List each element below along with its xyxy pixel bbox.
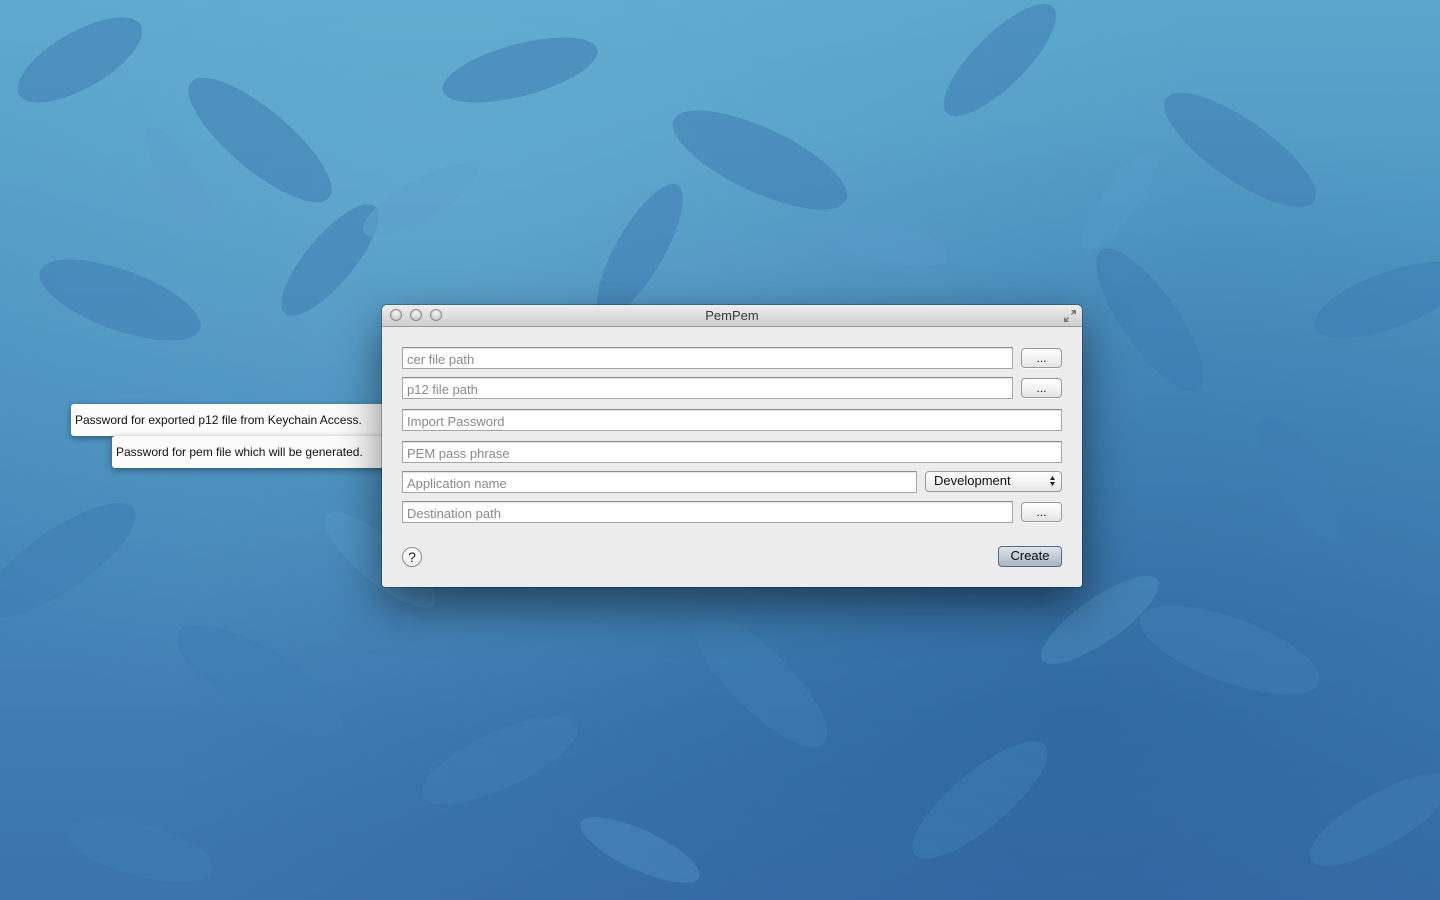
- up-down-arrows-icon: [1050, 476, 1055, 486]
- fullscreen-icon[interactable]: [1063, 309, 1077, 323]
- pem-pass-phrase-field[interactable]: [402, 441, 1062, 463]
- environment-popup-value: Development: [934, 473, 1011, 488]
- pempem-window: PemPem ... ... Development ... ? Create: [382, 305, 1082, 587]
- application-name-field[interactable]: [402, 471, 917, 493]
- import-password-tooltip-text: Password for exported p12 file from Keyc…: [75, 413, 362, 427]
- browse-destination-button[interactable]: ...: [1021, 502, 1062, 522]
- create-button[interactable]: Create: [998, 546, 1062, 567]
- import-password-tooltip: Password for exported p12 file from Keyc…: [71, 404, 402, 436]
- pem-pass-phrase-tooltip: Password for pem file which will be gene…: [112, 436, 402, 468]
- browse-p12-button[interactable]: ...: [1021, 378, 1062, 398]
- environment-popup[interactable]: Development: [925, 471, 1062, 492]
- pem-pass-phrase-tooltip-text: Password for pem file which will be gene…: [116, 445, 363, 459]
- cer-file-path-field[interactable]: [402, 347, 1013, 369]
- window-title: PemPem: [705, 308, 759, 323]
- help-button[interactable]: ?: [402, 547, 422, 567]
- import-password-field[interactable]: [402, 409, 1062, 431]
- desktop-wallpaper: Password for exported p12 file from Keyc…: [0, 0, 1440, 900]
- browse-cer-button[interactable]: ...: [1021, 348, 1062, 368]
- title-bar[interactable]: PemPem: [382, 305, 1082, 327]
- p12-file-path-field[interactable]: [402, 377, 1013, 399]
- destination-path-field[interactable]: [402, 501, 1013, 523]
